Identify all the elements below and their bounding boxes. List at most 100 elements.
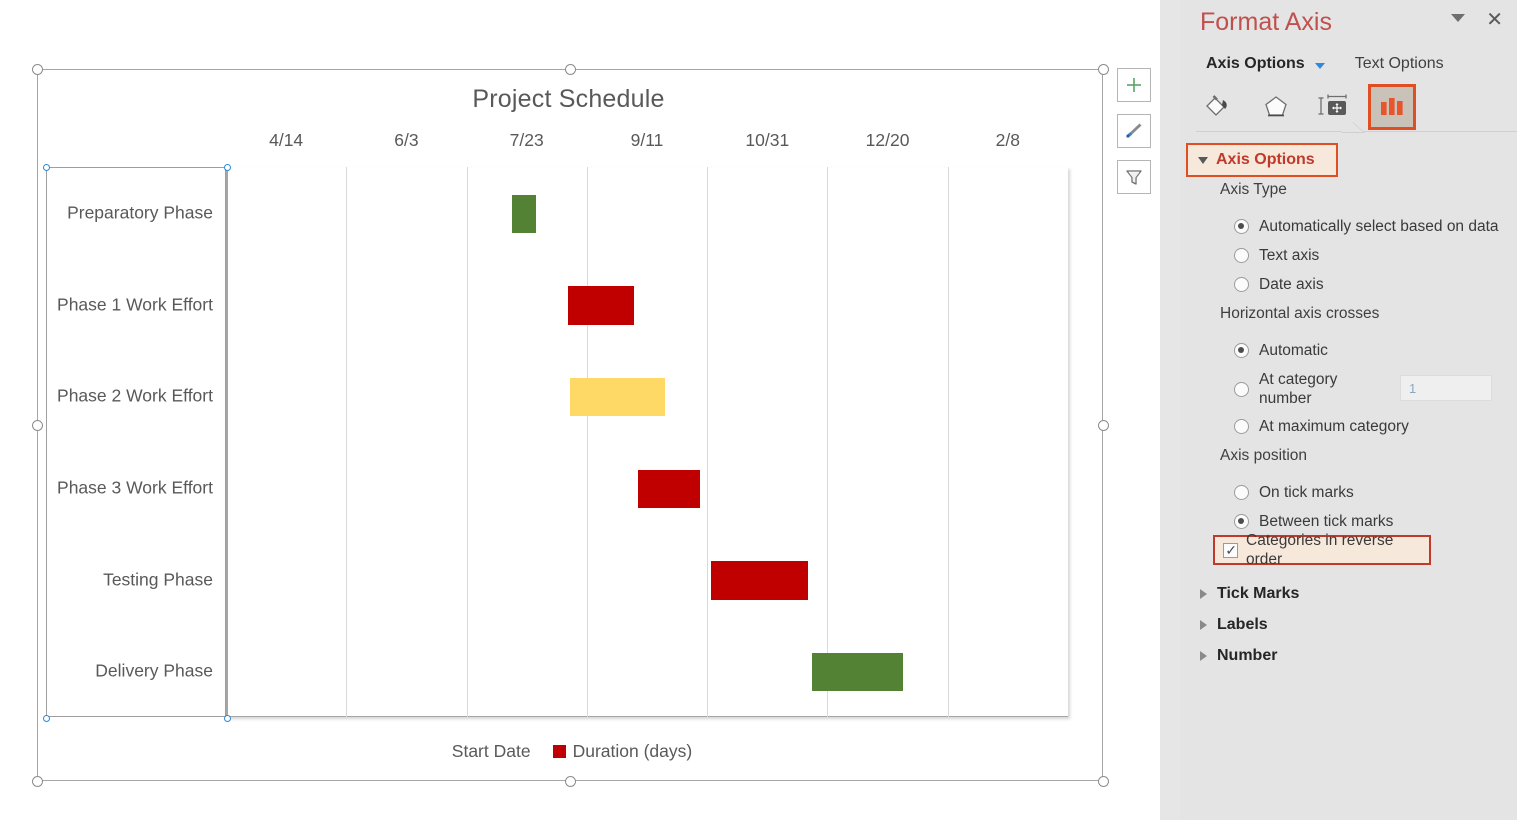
plot-area[interactable] (226, 167, 1068, 717)
radio-icon-on-tick-marks (1234, 485, 1249, 500)
chart-bar[interactable] (812, 653, 903, 692)
section-axis-options[interactable]: Axis Options (1186, 143, 1338, 177)
gridline (587, 167, 588, 717)
resize-handle-middle-right[interactable] (1098, 420, 1109, 431)
section-tick-marks[interactable]: Tick Marks (1200, 585, 1299, 603)
triangle-expanded-icon (1198, 157, 1208, 164)
chart-bar[interactable] (638, 470, 700, 509)
category-axis-labels: Preparatory Phase Phase 1 Work Effort Phas… (40, 167, 226, 717)
x-tick-label: 9/11 (631, 130, 664, 151)
tab-axis-options[interactable]: Axis Options (1206, 55, 1305, 73)
gridline (346, 167, 347, 717)
tab-text-options[interactable]: Text Options (1355, 55, 1444, 73)
checkbox-categories-in-reverse-order[interactable]: Categories in reverse order (1213, 535, 1431, 565)
value-axis-line (226, 167, 228, 717)
chart-bar[interactable] (512, 195, 536, 234)
legend-label: Duration (days) (573, 741, 693, 762)
checkbox-checked-icon (1223, 543, 1238, 558)
category-label: Phase 3 Work Effort (57, 477, 213, 498)
gridline (827, 167, 828, 717)
gridline (707, 167, 708, 717)
group-label-axis-position: Axis position (1220, 447, 1307, 465)
resize-handle-bottom-right[interactable] (1098, 776, 1109, 787)
fill-line-icon (1203, 93, 1233, 121)
x-axis-tick-labels: 4/146/37/239/1110/3112/202/8 (226, 130, 1068, 154)
radio-label-automatic: Automatic (1259, 341, 1328, 360)
panel-option-tabs: Axis Options Text Options (1206, 55, 1444, 73)
chart-title[interactable]: Project Schedule (0, 85, 1137, 114)
active-tab-notch (1341, 122, 1363, 132)
radio-text-axis[interactable]: Text axis (1234, 246, 1319, 265)
radio-icon-text-axis (1234, 248, 1249, 263)
close-icon[interactable]: ✕ (1486, 10, 1503, 30)
panel-title: Format Axis (1200, 8, 1332, 37)
radio-at-category-number[interactable]: At category number (1234, 370, 1364, 408)
at-category-number-input[interactable] (1400, 375, 1492, 401)
radio-icon-at-category-number (1234, 382, 1249, 397)
radio-date-axis[interactable]: Date axis (1234, 275, 1324, 294)
axis-options-chart-icon-tab[interactable] (1370, 86, 1414, 128)
resize-handle-bottom-left[interactable] (32, 776, 43, 787)
chart-legend[interactable]: Start Date Duration (days) (0, 741, 1137, 762)
legend-label: Start Date (452, 741, 531, 762)
section-labels[interactable]: Labels (1200, 616, 1268, 634)
radio-between-tick-marks[interactable]: Between tick marks (1234, 512, 1393, 531)
radio-icon-automatically-select (1234, 219, 1249, 234)
legend-item[interactable]: Duration (days) (553, 741, 693, 762)
chevron-down-icon[interactable] (1451, 14, 1465, 22)
fill-line-icon-tab[interactable] (1196, 86, 1240, 128)
category-axis-line (226, 716, 1068, 718)
axis-options-chart-icon (1378, 95, 1406, 119)
triangle-collapsed-icon (1200, 651, 1207, 661)
radio-icon-at-maximum-category (1234, 419, 1249, 434)
resize-handle-top-right[interactable] (1098, 64, 1109, 75)
panel-header: Format Axis ✕ (1180, 0, 1517, 48)
radio-label-at-maximum-category: At maximum category (1259, 417, 1409, 436)
radio-icon-between-tick-marks (1234, 514, 1249, 529)
section-labels-label: Labels (1217, 616, 1268, 634)
category-label: Testing Phase (103, 569, 213, 590)
resize-handle-top-center[interactable] (565, 64, 576, 75)
radio-label-on-tick-marks: On tick marks (1259, 483, 1354, 502)
radio-automatic[interactable]: Automatic (1234, 341, 1328, 360)
category-label: Phase 1 Work Effort (57, 294, 213, 315)
checkbox-label-categories-in-reverse-order: Categories in reverse order (1246, 531, 1429, 569)
section-axis-options-label: Axis Options (1216, 151, 1315, 169)
category-label: Delivery Phase (95, 661, 213, 682)
gridline (948, 167, 949, 717)
paintbrush-icon (1123, 120, 1145, 142)
chart-styles-button[interactable] (1117, 114, 1151, 148)
x-tick-label: 6/3 (394, 130, 418, 151)
chart-filters-button[interactable] (1117, 160, 1151, 194)
radio-on-tick-marks[interactable]: On tick marks (1234, 483, 1354, 502)
legend-item[interactable]: Start Date (445, 741, 531, 762)
resize-handle-bottom-center[interactable] (565, 776, 576, 787)
triangle-collapsed-icon (1200, 589, 1207, 599)
effects-icon-tab[interactable] (1254, 86, 1298, 128)
radio-automatically-select[interactable]: Automatically select based on data (1234, 217, 1499, 236)
plus-icon (1124, 75, 1144, 95)
chevron-down-small-icon[interactable] (1315, 63, 1325, 69)
chart-bar[interactable] (711, 561, 808, 600)
group-label-horizontal-axis-crosses: Horizontal axis crosses (1220, 305, 1379, 323)
x-tick-label: 10/31 (745, 130, 789, 151)
canvas-panel-divider (1160, 0, 1180, 820)
section-number[interactable]: Number (1200, 647, 1277, 665)
group-label-axis-type: Axis Type (1220, 181, 1287, 199)
chart-bar[interactable] (570, 378, 664, 417)
radio-icon-date-axis (1234, 277, 1249, 292)
category-label: Preparatory Phase (67, 202, 213, 223)
section-number-label: Number (1217, 647, 1277, 665)
radio-at-maximum-category[interactable]: At maximum category (1234, 417, 1409, 436)
x-tick-label: 4/14 (269, 130, 303, 151)
resize-handle-top-left[interactable] (32, 64, 43, 75)
section-tick-marks-label: Tick Marks (1217, 585, 1299, 603)
chart-elements-button[interactable] (1117, 68, 1151, 102)
chart-bar[interactable] (568, 286, 634, 325)
filter-icon (1124, 167, 1144, 187)
size-properties-icon (1317, 93, 1351, 121)
chart-side-buttons (1117, 68, 1151, 206)
triangle-collapsed-icon (1200, 620, 1207, 630)
x-tick-label: 2/8 (996, 130, 1020, 151)
slide-canvas[interactable]: Project Schedule 4/146/37/239/1110/3112/… (0, 0, 1160, 820)
